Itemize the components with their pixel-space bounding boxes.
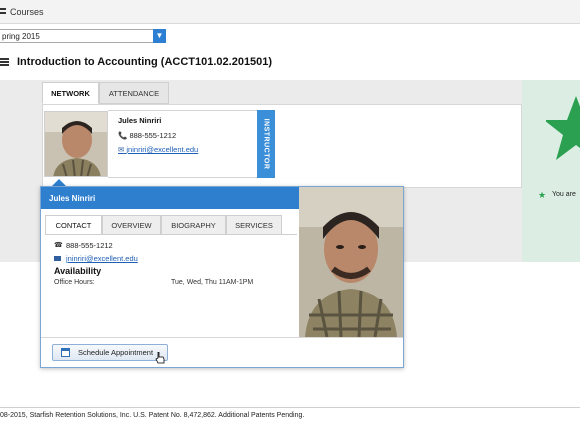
footer-copyright: 08-2015, Starfish Retention Solutions, I… xyxy=(0,412,305,419)
phone-icon: ☎ xyxy=(54,242,63,249)
tab-services[interactable]: SERVICES xyxy=(226,215,282,235)
envelope-icon xyxy=(54,256,61,261)
instructor-phone-value: 888-555-1212 xyxy=(129,131,177,140)
list-icon[interactable] xyxy=(0,8,7,15)
top-bar: Courses xyxy=(0,0,580,24)
office-hours-label: Office Hours: xyxy=(54,279,95,286)
instructor-photo[interactable] xyxy=(44,111,108,177)
tab-contact[interactable]: CONTACT xyxy=(45,215,102,235)
envelope-icon: ✉ xyxy=(118,145,125,154)
tab-network[interactable]: NETWORK xyxy=(42,82,99,104)
tab-overview[interactable]: OVERVIEW xyxy=(102,215,161,235)
schedule-appointment-label: Schedule Appointment xyxy=(78,348,154,357)
courses-label[interactable]: Courses xyxy=(10,7,44,17)
term-select-value: pring 2015 xyxy=(2,32,40,41)
course-title: Introduction to Accounting (ACCT101.02.2… xyxy=(17,56,273,68)
availability-heading: Availability xyxy=(54,266,102,276)
instructor-email-link[interactable]: ✉ jninriri@excellent.edu xyxy=(118,145,198,154)
popover-email-link[interactable]: jninriri@excellent.edu xyxy=(66,254,138,263)
office-hours-value: Tue, Wed, Thu 11AM-1PM xyxy=(171,279,254,286)
popover-name: Jules Ninriri xyxy=(49,194,96,203)
calendar-icon xyxy=(61,348,70,357)
chevron-down-icon[interactable]: ▼ xyxy=(153,29,166,43)
tab-attendance[interactable]: ATTENDANCE xyxy=(99,82,169,104)
footer-divider xyxy=(0,407,580,408)
popover-phone: 888-555-1212 xyxy=(66,241,113,250)
instructor-email-value: jninriri@excellent.edu xyxy=(126,145,199,154)
tab-divider xyxy=(45,234,297,235)
term-select[interactable]: pring 2015 ▼ xyxy=(0,29,166,43)
tab-biography[interactable]: BIOGRAPHY xyxy=(161,215,226,235)
side-panel-text: You are xyxy=(552,191,576,198)
instructor-role-label: INSTRUCTOR xyxy=(262,118,270,170)
instructor-name: Jules Ninriri xyxy=(118,116,162,125)
popover-caret xyxy=(52,179,66,186)
schedule-appointment-button[interactable]: Schedule Appointment xyxy=(52,344,168,361)
course-menu-icon[interactable] xyxy=(0,58,10,67)
popover-divider xyxy=(41,337,403,338)
instructor-phone: 📞 888-555-1212 xyxy=(118,131,177,140)
popover-photo xyxy=(299,187,403,337)
instructor-role-tab: INSTRUCTOR xyxy=(257,110,275,178)
hand-cursor-icon xyxy=(155,351,165,364)
star-icon xyxy=(544,96,580,166)
small-star-icon: ★ xyxy=(538,190,547,200)
